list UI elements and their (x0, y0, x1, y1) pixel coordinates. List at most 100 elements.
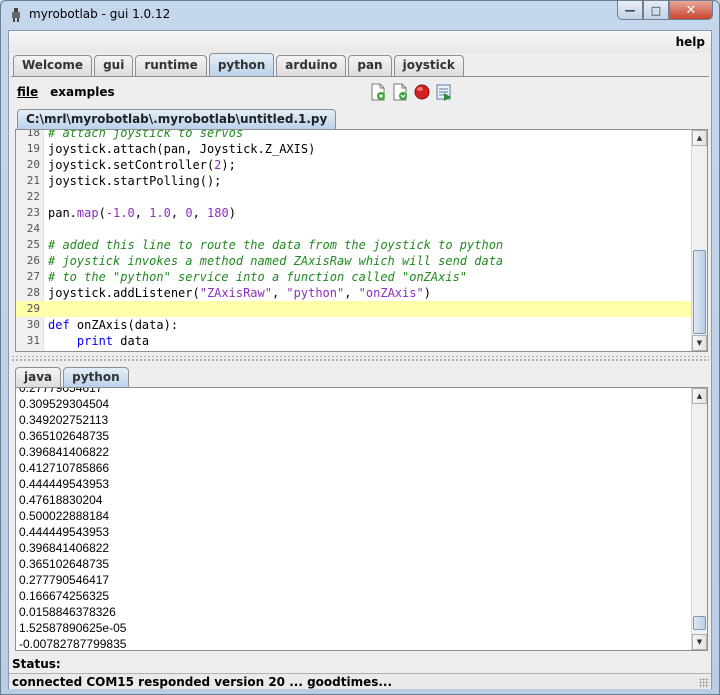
maximize-icon: □ (650, 3, 662, 17)
code-token: joystick.attach(pan, Joystick.Z_AXIS) (48, 142, 316, 156)
code-token: data (113, 334, 150, 348)
code-token: onZAxis(data): (69, 318, 179, 332)
execute-icon[interactable] (435, 83, 453, 101)
robot-app-icon (12, 8, 20, 22)
code-token: # joystick invokes a method named ZAxisR… (48, 254, 504, 268)
status-bar: connected COM15 responded version 20 ...… (9, 673, 711, 689)
code-token: joystick.setController( (48, 158, 215, 172)
console-scrollbar[interactable]: ▲ ▼ (691, 388, 707, 650)
minimize-button[interactable]: — (617, 1, 643, 20)
tab-untitled-file[interactable]: C:\mrl\myrobotlab\.myrobotlab\untitled.1… (17, 109, 337, 129)
code-line: 23 pan.map(-1.0, 1.0, 0, 180) (16, 205, 692, 221)
code-text: joystick.startPolling(); (48, 173, 221, 189)
console-lines: 0.27779054617 0.309529304504 0.34920275211… (19, 387, 127, 650)
code-line: 29 (16, 301, 692, 317)
code-token: joystick.addListener( (48, 286, 200, 300)
code-token: def (48, 318, 70, 332)
code-line: 21 joystick.startPolling(); (16, 173, 692, 189)
line-number: 29 (26, 302, 40, 315)
console-line: 0.444449543953 (19, 477, 110, 491)
code-token: ); (221, 158, 236, 172)
maximize-button[interactable]: □ (643, 1, 669, 20)
line-number: 28 (26, 286, 40, 299)
editor-scrollbar[interactable]: ▲ ▼ (691, 130, 707, 351)
scroll-up-icon[interactable]: ▲ (692, 388, 707, 404)
tab-python-console[interactable]: python (63, 367, 129, 387)
scroll-down-icon[interactable]: ▼ (692, 335, 707, 351)
code-token: pan. (48, 206, 77, 220)
code-lines: 18 # attach joystick to servos 19 joystick.… (16, 129, 692, 349)
tab-joystick[interactable]: joystick (393, 55, 464, 76)
code-line: 26 # joystick invokes a method named ZAxi… (16, 253, 692, 269)
code-token: , (134, 206, 150, 220)
console-line: 0.396841406822 (19, 445, 110, 459)
python-menu: file examples (17, 85, 115, 99)
line-number: 30 (26, 318, 40, 331)
python-toolbar (369, 83, 453, 101)
code-token: ) (228, 206, 236, 220)
console-scroll-thumb[interactable] (693, 616, 706, 630)
code-text: # to the "python" service into a functio… (48, 269, 467, 285)
code-line: 27 # to the "python" service into a funct… (16, 269, 692, 285)
console-line: 1.52587890625e-05 (19, 621, 127, 635)
new-file-icon[interactable] (369, 83, 387, 101)
code-line: 22 (16, 189, 692, 205)
tab-pan[interactable]: pan (348, 55, 392, 76)
title-bar[interactable]: myrobotlab - gui 1.0.12 — □ ✕ (1, 1, 719, 29)
tab-arduino[interactable]: arduino (276, 55, 347, 76)
tab-gui[interactable]: gui (94, 55, 134, 76)
editor-scroll-thumb[interactable] (693, 250, 706, 334)
code-line: 28 joystick.addListener("ZAxisRaw", "pyth… (16, 285, 692, 301)
code-text: # attach joystick to servos (48, 129, 244, 141)
console-line: 0.27779054617 (19, 387, 103, 395)
split-pane-divider[interactable] (11, 356, 709, 363)
console-line: 0.277790546417 (19, 573, 110, 587)
code-line: 19 joystick.attach(pan, Joystick.Z_AXIS) (16, 141, 692, 157)
scroll-up-icon[interactable]: ▲ (692, 130, 707, 146)
console-tab-strip: java python (15, 367, 131, 387)
help-menu[interactable]: help (676, 35, 705, 49)
code-token: 180 (207, 206, 229, 220)
tab-python[interactable]: python (208, 53, 275, 76)
code-token: # attach joystick to servos (48, 129, 244, 140)
tab-welcome[interactable]: Welcome (13, 55, 93, 76)
close-button[interactable]: ✕ (669, 1, 713, 20)
status-message: connected COM15 responded version 20 ...… (12, 675, 393, 689)
line-number: 24 (26, 222, 40, 235)
open-file-icon[interactable] (391, 83, 409, 101)
file-menu[interactable]: file (17, 85, 38, 99)
code-editor[interactable]: 18 # attach joystick to servos 19 joystick.… (15, 129, 708, 352)
stop-icon[interactable] (413, 83, 431, 101)
code-token: , (170, 206, 186, 220)
examples-menu[interactable]: examples (50, 85, 114, 99)
line-number: 19 (26, 142, 40, 155)
console-output[interactable]: 0.27779054617 0.309529304504 0.34920275211… (15, 387, 708, 651)
code-text: joystick.addListener("ZAxisRaw", "python… (48, 285, 431, 301)
code-line: 25 # added this line to route the data fr… (16, 237, 692, 253)
resize-grip-icon[interactable] (699, 678, 709, 688)
code-token: "onZAxis" (358, 286, 424, 300)
menu-bar: help (9, 31, 711, 53)
code-text: # added this line to route the data from… (48, 237, 503, 253)
code-line: 31 print data (16, 333, 692, 349)
code-text: joystick.attach(pan, Joystick.Z_AXIS) (48, 141, 315, 157)
line-number: 18 (26, 129, 40, 139)
line-number: 31 (26, 334, 40, 347)
console-line: 0.365102648735 (19, 557, 110, 571)
code-token: 1.0 (149, 206, 171, 220)
line-number: 20 (26, 158, 40, 171)
code-line: 30 def onZAxis(data): (16, 317, 692, 333)
code-token: ( (98, 206, 106, 220)
code-token: # added this line to route the data from… (48, 238, 504, 252)
code-text: # joystick invokes a method named ZAxisR… (48, 253, 503, 269)
tab-java-console[interactable]: java (15, 367, 62, 387)
tab-runtime[interactable]: runtime (135, 55, 207, 76)
close-icon: ✕ (685, 2, 697, 18)
code-token: "ZAxisRaw" (199, 286, 272, 300)
scroll-down-icon[interactable]: ▼ (692, 634, 707, 650)
python-service-panel: file examples C:\mrl\myrobotlab\.myrobot… (11, 76, 709, 656)
code-token: print (76, 334, 114, 348)
console-line: 0.412710785866 (19, 461, 110, 475)
code-token: -1.0 (105, 206, 135, 220)
